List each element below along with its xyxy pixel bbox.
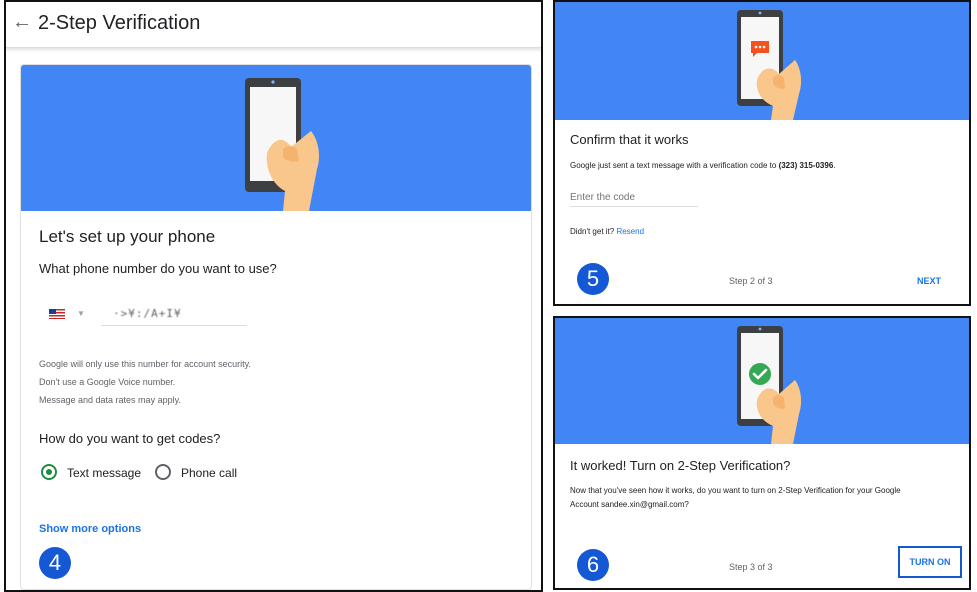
illustration-banner (555, 318, 969, 444)
show-more-options-link[interactable]: Show more options (39, 523, 141, 535)
turn-on-button[interactable]: TURN ON (898, 546, 962, 578)
phone-call-label[interactable]: Phone call (181, 466, 237, 480)
turn-on-heading: It worked! Turn on 2-Step Verification? (570, 458, 791, 473)
next-button[interactable]: NEXT (909, 272, 949, 290)
didnt-get-it-label: Didn't get it? (570, 227, 615, 236)
phone-number-input[interactable]: ·>¥:/A+I¥ (113, 307, 182, 320)
setup-heading: Let's set up your phone (39, 227, 216, 246)
phone-call-radio[interactable] (155, 464, 171, 480)
verification-code-input[interactable] (570, 189, 698, 207)
step-indicator: Step 3 of 3 (729, 562, 773, 572)
confirm-code-panel: Confirm that it works Google just sent a… (553, 0, 971, 306)
sent-message-suffix: . (833, 161, 836, 170)
setup-phone-panel: ← 2-Step Verification Let's set up your … (4, 0, 543, 592)
illustration-banner (555, 2, 969, 120)
step-number-badge: 6 (577, 549, 609, 581)
us-flag-icon[interactable] (49, 309, 65, 319)
didnt-get-it-row: Didn't get it? Resend (570, 223, 644, 241)
resend-link[interactable]: Resend (616, 227, 644, 236)
phone-number-question: What phone number do you want to use? (39, 261, 277, 276)
info-line: Google will only use this number for acc… (39, 359, 251, 369)
codes-question: How do you want to get codes? (39, 431, 221, 446)
info-line: Message and data rates may apply. (39, 395, 181, 405)
info-line: Don't use a Google Voice number. (39, 377, 176, 387)
illustration-banner (21, 65, 531, 211)
step-number-badge: 5 (577, 263, 609, 295)
chat-bubble-icon (751, 41, 769, 57)
hand-holding-phone-illustration (245, 78, 319, 211)
text-message-radio[interactable] (41, 464, 57, 480)
setup-card: Let's set up your phone What phone numbe… (20, 64, 532, 590)
arrow-left-icon[interactable]: ← (12, 12, 32, 32)
hand-holding-phone-illustration (737, 10, 802, 120)
sent-message-text: Google just sent a text message with a v… (570, 157, 836, 175)
step-number-badge: 4 (39, 547, 71, 579)
step-indicator: Step 2 of 3 (729, 276, 773, 286)
turn-on-message-line: Account sandee.xin@gmail.com? (570, 500, 689, 509)
phone-number-text: (323) 315-0396 (778, 161, 834, 170)
confirm-heading: Confirm that it works (570, 132, 689, 147)
chevron-down-icon[interactable]: ▼ (77, 309, 85, 318)
turn-on-message-line: Now that you've seen how it works, do yo… (570, 486, 901, 495)
turn-on-panel: It worked! Turn on 2-Step Verification? … (553, 316, 971, 590)
top-app-bar: ← 2-Step Verification (6, 2, 541, 48)
phone-input-underline (101, 325, 247, 326)
check-circle-icon (749, 363, 771, 385)
sent-message-prefix: Google just sent a text message with a v… (570, 161, 779, 170)
page-title: 2-Step Verification (38, 12, 201, 34)
text-message-label[interactable]: Text message (67, 466, 141, 480)
